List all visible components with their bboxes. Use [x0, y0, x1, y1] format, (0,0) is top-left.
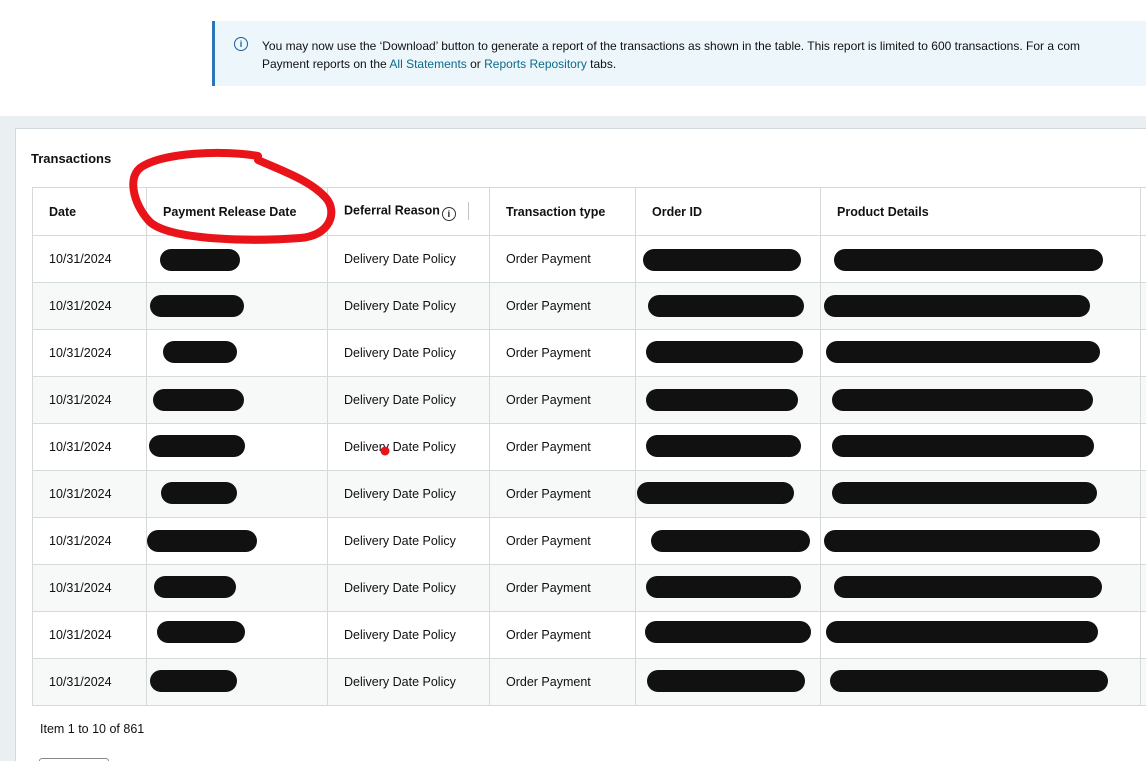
banner-line-2: Payment reports on the All Statements or… [262, 55, 1146, 73]
cell-date: 10/31/2024 [32, 376, 147, 424]
cell-transaction-type: Order Payment [489, 282, 636, 330]
cell-transaction-type: Order Payment [489, 564, 636, 612]
redaction-mark [157, 621, 245, 643]
cell-date: 10/31/2024 [32, 611, 147, 659]
cell-transaction-type: Order Payment [489, 235, 636, 283]
redaction-mark [153, 389, 244, 411]
reports-repository-link[interactable]: Reports Repository [484, 57, 587, 71]
redaction-mark [651, 530, 810, 552]
redaction-mark [160, 249, 240, 271]
info-icon: i [234, 37, 248, 51]
cell-overflow [1140, 423, 1146, 471]
redaction-mark [646, 435, 801, 457]
cell-deferral-reason: Delivery Date Policy [327, 658, 490, 706]
cell-date: 10/31/2024 [32, 470, 147, 518]
cell-date: 10/31/2024 [32, 235, 147, 283]
column-header-order-id-label: Order ID [652, 204, 703, 219]
column-header-product-details[interactable]: Product Details [820, 187, 1141, 236]
cell-overflow [1140, 282, 1146, 330]
banner-line-1: You may now use the ‘Download’ button to… [262, 39, 1081, 53]
cell-transaction-type: Order Payment [489, 376, 636, 424]
redaction-mark [161, 482, 237, 504]
cell-deferral-reason: Delivery Date Policy [327, 470, 490, 518]
cell-deferral-reason: Delivery Date Policy [327, 329, 490, 377]
redaction-mark [824, 530, 1100, 552]
column-header-transaction-type[interactable]: Transaction type [489, 187, 636, 236]
redaction-mark [163, 341, 237, 363]
cell-deferral-reason: Delivery Date Policy [327, 282, 490, 330]
cell-deferral-reason: Delivery Date Policy [327, 235, 490, 283]
redaction-mark [149, 435, 245, 457]
redaction-mark [830, 670, 1108, 692]
redaction-mark [826, 621, 1098, 643]
cell-transaction-type: Order Payment [489, 611, 636, 659]
banner-line-2-prefix: Payment reports on the [262, 57, 390, 71]
info-banner: i You may now use the ‘Download’ button … [212, 21, 1146, 86]
column-header-overflow [1140, 187, 1146, 236]
cell-deferral-reason: Delivery Date Policy [327, 376, 490, 424]
cell-overflow [1140, 564, 1146, 612]
cell-date: 10/31/2024 [32, 658, 147, 706]
cell-overflow [1140, 658, 1146, 706]
table-header-row: Date Payment Release Date Deferral Reaso… [32, 187, 1146, 236]
column-header-product-details-label: Product Details [837, 204, 929, 219]
redaction-mark [154, 576, 236, 598]
column-header-deferral-reason-label: Deferral Reason [344, 203, 440, 218]
redaction-mark [648, 295, 804, 317]
cell-transaction-type: Order Payment [489, 470, 636, 518]
redaction-mark [147, 530, 257, 552]
banner-line-2-suffix: tabs. [586, 57, 617, 71]
all-statements-link[interactable]: All Statements [389, 57, 466, 71]
cell-date: 10/31/2024 [32, 517, 147, 565]
cell-transaction-type: Order Payment [489, 658, 636, 706]
redaction-mark [637, 482, 794, 504]
cell-date: 10/31/2024 [32, 423, 147, 471]
redaction-mark [647, 670, 805, 692]
cell-overflow [1140, 235, 1146, 283]
cell-deferral-reason: Delivery Date Policy [327, 564, 490, 612]
cell-date: 10/31/2024 [32, 282, 147, 330]
redaction-mark [646, 341, 803, 363]
redaction-mark [646, 389, 798, 411]
redaction-mark [150, 670, 237, 692]
redaction-mark [834, 249, 1103, 271]
column-header-deferral-reason[interactable]: Deferral Reason i [327, 187, 490, 236]
column-header-payment-release-date-label: Payment Release Date [163, 204, 297, 219]
cell-transaction-type: Order Payment [489, 329, 636, 377]
column-header-date-label: Date [49, 204, 77, 219]
redaction-mark [824, 295, 1090, 317]
cell-date: 10/31/2024 [32, 564, 147, 612]
pagination-summary: Item 1 to 10 of 861 [40, 722, 145, 736]
transactions-title: Transactions [31, 151, 112, 166]
column-header-transaction-type-label: Transaction type [506, 204, 606, 219]
cell-overflow [1140, 611, 1146, 659]
cell-date: 10/31/2024 [32, 329, 147, 377]
redaction-mark [826, 341, 1100, 363]
cell-overflow [1140, 329, 1146, 377]
redaction-mark [643, 249, 801, 271]
redaction-mark [832, 389, 1093, 411]
cell-deferral-reason: Delivery Date Policy [327, 423, 490, 471]
cell-deferral-reason: Delivery Date Policy [327, 611, 490, 659]
redaction-mark [832, 435, 1094, 457]
column-header-payment-release-date[interactable]: Payment Release Date [146, 187, 328, 236]
cell-overflow [1140, 517, 1146, 565]
page: i You may now use the ‘Download’ button … [0, 0, 1146, 761]
redaction-mark [834, 576, 1102, 598]
column-divider [467, 202, 469, 221]
cell-overflow [1140, 470, 1146, 518]
banner-line-2-middle: or [466, 57, 485, 71]
column-header-order-id[interactable]: Order ID [635, 187, 821, 236]
redaction-mark [645, 621, 811, 643]
cell-transaction-type: Order Payment [489, 517, 636, 565]
redaction-mark [646, 576, 801, 598]
info-icon[interactable]: i [441, 206, 456, 221]
cell-deferral-reason: Delivery Date Policy [327, 517, 490, 565]
redaction-mark [832, 482, 1097, 504]
cell-transaction-type: Order Payment [489, 423, 636, 471]
banner-text: You may now use the ‘Download’ button to… [262, 37, 1146, 73]
redaction-mark [150, 295, 244, 317]
cell-overflow [1140, 376, 1146, 424]
column-header-date[interactable]: Date [32, 187, 147, 236]
